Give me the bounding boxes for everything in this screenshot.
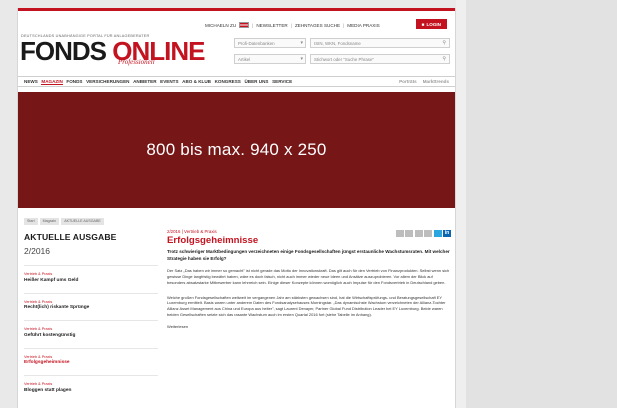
chevron-down-icon: ▾ (300, 56, 303, 62)
category-select[interactable]: Artikel ▾ (234, 54, 306, 64)
nav-item-portraits[interactable]: Porträts (399, 79, 417, 84)
page: MICHAELN ZU | NEWSLETTER | ZEHNTAGES SUC… (17, 8, 456, 408)
issue-article-category: Vertrieb & Praxis (24, 382, 53, 386)
isin-search-input[interactable]: ISIN, WKN, Fondsname ⚲ (310, 38, 450, 48)
login-label: LOGIN (426, 21, 441, 27)
mail-icon[interactable] (405, 230, 413, 237)
logo-subline: Professionell (118, 58, 155, 66)
issue-article-title[interactable]: Recht(lich) riskante Sprünge (24, 305, 158, 310)
issue-article-title[interactable]: Geführt kostengünstig (24, 333, 158, 338)
issue-heading: AKTUELLE AUSGABE (24, 232, 117, 242)
search-icon[interactable]: ⚲ (442, 40, 446, 46)
issue-article-category: Vertrieb & Praxis (24, 354, 53, 359)
issue-article-title[interactable]: Erfolgsgeheimnisse (24, 360, 158, 365)
issue-article-item[interactable]: Vertrieb & Praxis Recht(lich) riskante S… (24, 292, 158, 310)
search-icon[interactable]: ⚲ (442, 56, 446, 62)
nav-item-abo-klub[interactable]: ABO & KLUB (182, 79, 211, 84)
logo-word-fonds: FONDS (20, 36, 107, 66)
twitter-icon[interactable] (433, 230, 442, 237)
breadcrumb-item-start[interactable]: Start (24, 218, 38, 225)
issue-article-item-current[interactable]: Vertrieb & Praxis Erfolgsgeheimnisse (24, 347, 158, 365)
utility-link-michaeln[interactable]: MICHAELN ZU (205, 23, 236, 28)
ad-banner-text: 800 bis max. 940 x 250 (146, 140, 327, 159)
login-button[interactable]: ■ LOGIN (415, 19, 447, 29)
page-gutter (456, 0, 466, 408)
read-more-link[interactable]: Weiterlesen (167, 324, 451, 329)
issue-article-item[interactable]: Vertrieb & Praxis Bloggen statt plagen (24, 375, 158, 393)
breadcrumb: Start Magazin AKTUELLE AUSGABE (24, 218, 104, 225)
utility-bar: MICHAELN ZU | NEWSLETTER | ZEHNTAGES SUC… (205, 22, 380, 28)
facebook-icon[interactable] (424, 230, 432, 237)
top-accent-line (18, 8, 455, 11)
isin-search-placeholder: ISIN, WKN, Fondsname (314, 40, 361, 46)
main-navigation: NEWS MAGAZIN FONDS VERSICHERUNGEN ANBIET… (18, 76, 455, 87)
nav-item-magazin[interactable]: MAGAZIN (41, 79, 63, 85)
issue-article-title[interactable]: Bloggen statt plagen (24, 388, 158, 393)
article-paragraph: Der Satz „Das haben wir immer so gemacht… (167, 267, 450, 285)
nav-item-fonds[interactable]: FONDS (66, 79, 82, 84)
article: in 2/2016 | Vertrieb & Praxis Erfolgsgeh… (167, 229, 451, 329)
keyword-search-input[interactable]: Stichwort oder "Suche Phrase" ⚲ (310, 54, 450, 64)
issue-article-category: Vertrieb & Praxis (24, 299, 53, 304)
nav-item-kongress[interactable]: KONGRESS (215, 79, 241, 84)
bookmark-icon[interactable] (414, 230, 423, 237)
nav-item-ueber-uns[interactable]: ÜBER UNS (244, 79, 268, 84)
nav-item-news[interactable]: NEWS (24, 79, 38, 84)
issue-article-category: Vertrieb & Praxis (24, 327, 53, 331)
nav-item-service[interactable]: SERVICE (272, 79, 292, 84)
article-lead: Trotz schwieriger Marktbedingungen verze… (167, 249, 450, 261)
nav-item-anbieter[interactable]: ANBIETER (133, 79, 156, 84)
chevron-down-icon: ▾ (300, 40, 303, 46)
nav-item-versicherungen[interactable]: VERSICHERUNGEN (86, 79, 129, 84)
article-paragraph: Welche großen Fondsgesellschaften weltwe… (167, 294, 446, 318)
nav-item-markttrends[interactable]: Markttrends (423, 79, 449, 84)
category-select-label: Artikel (238, 56, 251, 62)
issue-article-category: Vertrieb & Praxis (24, 272, 53, 276)
utility-link-media[interactable]: MEDIA PRAXIS (347, 23, 379, 28)
print-icon[interactable] (395, 230, 404, 237)
lock-icon: ■ (421, 21, 425, 27)
ad-banner-placeholder[interactable]: 800 bis max. 940 x 250 (18, 92, 455, 208)
utility-link-newsletter[interactable]: NEWSLETTER (256, 23, 287, 28)
fund-database-select[interactable]: Profi-Datenbanken ▾ (234, 38, 306, 48)
breadcrumb-item-current: AKTUELLE AUSGABE (61, 218, 104, 225)
share-buttons: in (395, 230, 451, 237)
issue-number[interactable]: 2/2016 (24, 246, 158, 256)
fund-database-select-label: Profi-Datenbanken (238, 40, 275, 46)
flag-icon[interactable] (239, 22, 250, 28)
nav-item-events[interactable]: EVENTS (160, 79, 178, 84)
site-logo[interactable]: FONDS ONLINE (20, 36, 205, 66)
issue-article-title[interactable]: Heißer Kampf ums Geld (24, 278, 158, 283)
keyword-search-placeholder: Stichwort oder "Suche Phrase" (314, 56, 374, 62)
issue-article-item[interactable]: Vertrieb & Praxis Geführt kostengünstig (24, 320, 158, 338)
linkedin-icon[interactable]: in (443, 230, 451, 237)
page-background-right (466, 0, 617, 408)
issue-sidebar: AKTUELLE AUSGABE 2/2016 Vertrieb & Praxi… (24, 232, 158, 393)
utility-link-search[interactable]: ZEHNTAGES SUCHE (295, 23, 340, 28)
breadcrumb-item-magazin[interactable]: Magazin (39, 218, 60, 225)
nav-right-links: Porträts Markttrends (399, 79, 449, 84)
issue-article-item[interactable]: Vertrieb & Praxis Heißer Kampf ums Geld (24, 265, 158, 283)
